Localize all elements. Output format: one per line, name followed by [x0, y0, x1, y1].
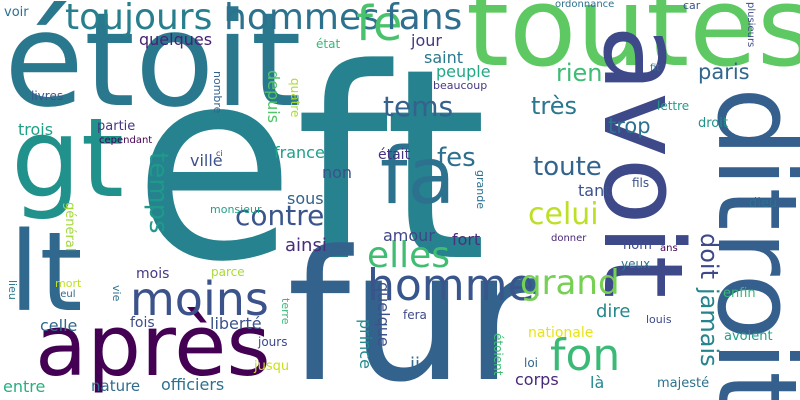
word: loi — [524, 356, 539, 370]
word: était — [378, 147, 411, 163]
word: celle — [40, 316, 78, 335]
word: ci — [216, 149, 223, 158]
word: là — [590, 373, 605, 392]
word: fera — [403, 308, 427, 322]
word: tems — [383, 90, 454, 123]
word: cependant — [99, 135, 153, 146]
word: corps — [515, 370, 559, 389]
word: vie — [110, 285, 123, 302]
word: ordonnance — [555, 0, 615, 10]
word: quatre — [288, 78, 302, 118]
word: enfin — [723, 286, 756, 301]
word: liberté — [210, 314, 262, 333]
word: temps — [143, 152, 173, 234]
word: voir — [4, 5, 29, 20]
word: ainsi — [285, 235, 327, 256]
word: celui — [528, 197, 599, 232]
word: fois — [130, 315, 155, 331]
word: entre — [3, 377, 46, 396]
word: mort — [55, 277, 82, 290]
word: nom — [623, 238, 652, 253]
word: parce — [211, 265, 245, 279]
word: quelque — [374, 282, 393, 347]
word: jour — [411, 31, 442, 50]
word: droit — [698, 116, 728, 131]
word: trop — [608, 114, 651, 138]
word: dieu — [749, 196, 778, 211]
word: fit — [650, 63, 661, 74]
word: amour — [383, 226, 435, 245]
word: nombre — [211, 71, 224, 114]
word: depuis — [264, 70, 283, 124]
word: car — [683, 0, 701, 12]
word: général — [62, 202, 77, 252]
word: très — [531, 92, 578, 120]
word: jours — [258, 335, 288, 349]
word: plusieurs — [745, 2, 756, 48]
word: tant — [578, 181, 611, 200]
word: lettre — [657, 99, 690, 113]
word: quelques — [139, 30, 213, 49]
word: france — [274, 143, 325, 162]
word: prince — [356, 319, 375, 369]
word: jamais — [695, 288, 723, 367]
word: doit — [695, 233, 723, 279]
word: ans — [660, 243, 678, 254]
word: majesté — [657, 376, 710, 391]
word: nature — [91, 377, 141, 395]
word: louis — [646, 313, 672, 326]
word: trois — [18, 120, 54, 139]
word: rien — [556, 59, 603, 87]
word: terre — [279, 298, 292, 325]
word: lieu — [6, 280, 19, 300]
word: état — [316, 37, 341, 51]
word: partie — [97, 119, 136, 134]
word-cloud: eft fur toutes étoit avoit ditroit gt lt… — [0, 0, 800, 400]
word: avoient — [724, 329, 773, 344]
word: sous — [287, 189, 324, 208]
word: paris — [698, 60, 750, 84]
word: seul — [55, 289, 76, 300]
word: dire — [596, 301, 631, 322]
word: non — [322, 163, 353, 182]
word: toute — [533, 152, 602, 182]
word: fort — [452, 230, 481, 249]
word: saint — [424, 48, 463, 67]
word: livres — [31, 89, 64, 103]
word: nationale — [528, 325, 594, 341]
word: beaucoup — [433, 79, 488, 92]
word: jusqu — [254, 359, 290, 374]
word: yeux — [621, 257, 651, 271]
word: officiers — [161, 375, 225, 394]
word: fils — [632, 176, 650, 190]
word: donner — [551, 233, 587, 244]
word: grand — [520, 263, 620, 303]
word: mois — [136, 266, 170, 282]
word: étoient — [491, 333, 505, 376]
word: fes — [437, 143, 476, 173]
word: ii — [410, 354, 421, 375]
word: grande — [474, 170, 487, 209]
word: monsieur — [210, 203, 262, 216]
